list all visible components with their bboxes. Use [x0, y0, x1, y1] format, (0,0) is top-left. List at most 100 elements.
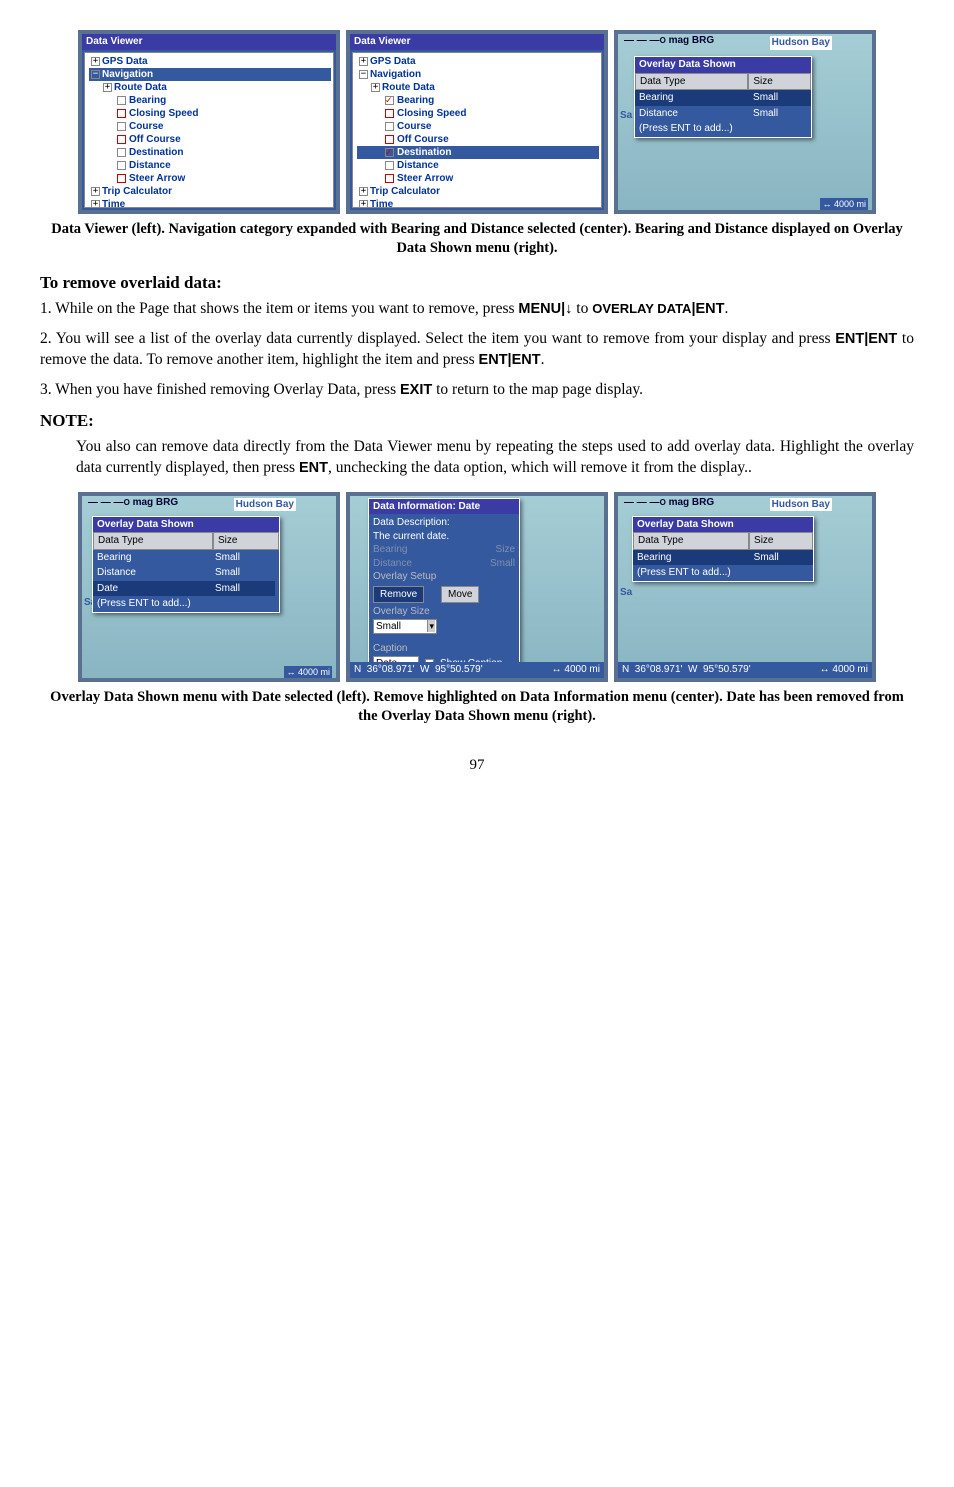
tree-item-gps[interactable]: GPS Data	[89, 55, 331, 68]
checkbox-checked-icon[interactable]	[385, 96, 394, 105]
tree-item-route[interactable]: Route Data	[357, 81, 599, 94]
tree-item-closing[interactable]: Closing Speed	[89, 107, 331, 120]
data-viewer-center-panel: Data Viewer GPS Data Navigation Route Da…	[346, 30, 608, 214]
distance-greyed: Distance	[373, 557, 412, 571]
overlay-row-bearing[interactable]: Bearing Small	[635, 90, 811, 106]
tree-item-nav[interactable]: Navigation	[357, 68, 599, 81]
expand-icon[interactable]	[91, 187, 100, 196]
step-3: 3. When you have finished removing Overl…	[40, 380, 914, 400]
checkbox-icon[interactable]	[385, 161, 394, 170]
expand-icon[interactable]	[91, 200, 100, 208]
tree-item-gps[interactable]: GPS Data	[357, 55, 599, 68]
menu-key: MENU	[518, 301, 561, 317]
tree-item-course[interactable]: Course	[89, 120, 331, 133]
collapse-icon[interactable]	[91, 70, 100, 79]
checkbox-checked-icon[interactable]	[385, 148, 394, 157]
collapse-icon[interactable]	[359, 70, 368, 79]
checkbox-icon[interactable]	[385, 122, 394, 131]
exit-key: EXIT	[400, 382, 432, 398]
checkbox-icon[interactable]	[385, 109, 394, 118]
overlay-row-add[interactable]: (Press ENT to add...)	[93, 596, 279, 612]
col-size: Size	[748, 73, 811, 91]
tree-item-offcourse[interactable]: Off Course	[357, 133, 599, 146]
checkbox-icon[interactable]	[117, 161, 126, 170]
tree-item-trip[interactable]: Trip Calculator	[89, 185, 331, 198]
tree: GPS Data Navigation Route Data Bearing C…	[84, 52, 334, 208]
overlay-row-distance[interactable]: Distance Small	[635, 106, 811, 122]
expand-icon[interactable]	[371, 83, 380, 92]
ent-key: ENT	[696, 301, 725, 317]
overlay-menu-title: Overlay Data Shown	[93, 517, 279, 533]
desc-value: The current date.	[373, 530, 515, 544]
panel-title: Data Viewer	[350, 34, 604, 50]
overlay-row-add[interactable]: (Press ENT to add...)	[633, 565, 813, 581]
checkbox-icon[interactable]	[117, 174, 126, 183]
tree: GPS Data Navigation Route Data Bearing C…	[352, 52, 602, 208]
overlay-setup-label: Overlay Setup	[373, 570, 515, 584]
overlay-row-add[interactable]: (Press ENT to add...)	[635, 121, 811, 137]
map-scale: ↔ 4000 mi	[820, 198, 868, 210]
hudson-bay-label: Hudson Bay	[770, 36, 832, 50]
overlay-menu-title: Overlay Data Shown	[635, 57, 811, 73]
remove-button[interactable]: Remove	[373, 586, 424, 604]
data-info-center-panel: Data Information: Date Data Description:…	[346, 492, 608, 682]
tree-item-distance[interactable]: Distance	[357, 159, 599, 172]
page-number: 97	[40, 755, 914, 775]
tree-item-dest[interactable]: Destination	[357, 146, 599, 159]
tree-item-nav[interactable]: Navigation	[89, 68, 331, 81]
overlay-row-distance[interactable]: DistanceSmall	[93, 565, 279, 581]
move-button[interactable]: Move	[441, 586, 479, 604]
expand-icon[interactable]	[103, 83, 112, 92]
checkbox-icon[interactable]	[117, 109, 126, 118]
tree-item-trip[interactable]: Trip Calculator	[357, 185, 599, 198]
figure-2-caption: Overlay Data Shown menu with Date select…	[50, 688, 904, 726]
expand-icon[interactable]	[91, 57, 100, 66]
tree-item-route[interactable]: Route Data	[89, 81, 331, 94]
data-info-title: Data Information: Date	[369, 499, 519, 515]
caption-group-label: Caption	[373, 642, 515, 656]
data-viewer-left-panel: Data Viewer GPS Data Navigation Route Da…	[78, 30, 340, 214]
tree-item-distance[interactable]: Distance	[89, 159, 331, 172]
figure-1: Data Viewer GPS Data Navigation Route Da…	[40, 30, 914, 214]
checkbox-icon[interactable]	[117, 96, 126, 105]
map-panel-right: — — —O mag BRG Hudson Bay Sa Overlay Dat…	[614, 30, 876, 214]
tree-item-offcourse[interactable]: Off Course	[89, 133, 331, 146]
panel-title: Data Viewer	[82, 34, 336, 50]
checkbox-icon[interactable]	[385, 135, 394, 144]
expand-icon[interactable]	[359, 57, 368, 66]
checkbox-icon[interactable]	[117, 135, 126, 144]
tree-item-closing[interactable]: Closing Speed	[357, 107, 599, 120]
overlay-row-bearing[interactable]: BearingSmall	[93, 550, 279, 566]
tree-item-steer[interactable]: Steer Arrow	[89, 172, 331, 185]
ent-key: ENT	[835, 331, 864, 347]
overlay-header-row: Data Type Size	[635, 73, 811, 91]
ent-key: ENT	[299, 460, 328, 476]
expand-icon[interactable]	[359, 187, 368, 196]
checkbox-icon[interactable]	[117, 148, 126, 157]
checkbox-icon[interactable]	[385, 174, 394, 183]
mag-brg-label: — — —O mag BRG	[624, 496, 714, 510]
tree-item-steer[interactable]: Steer Arrow	[357, 172, 599, 185]
step-2: 2. You will see a list of the overlay da…	[40, 329, 914, 370]
mag-brg-text: mag BRG	[669, 35, 715, 46]
overlay-row-date[interactable]: DateSmall	[93, 581, 279, 597]
tree-item-bearing[interactable]: Bearing	[357, 94, 599, 107]
note-body: You also can remove data directly from t…	[76, 437, 914, 477]
overlay-row-bearing[interactable]: BearingSmall	[633, 550, 813, 566]
overlay-size-label: Overlay Size	[373, 605, 515, 619]
tree-item-time[interactable]: Time	[89, 198, 331, 208]
tree-item-bearing[interactable]: Bearing	[89, 94, 331, 107]
expand-icon[interactable]	[359, 200, 368, 208]
tree-item-time[interactable]: Time	[357, 198, 599, 208]
coord-bar: N 36°08.971' W 95°50.579' ↔ 4000 mi	[618, 662, 872, 678]
tree-item-course[interactable]: Course	[357, 120, 599, 133]
tree-item-dest[interactable]: Destination	[89, 146, 331, 159]
map-scale: ↔ 4000 mi	[284, 666, 332, 678]
checkbox-icon[interactable]	[117, 122, 126, 131]
overlay-size-dropdown[interactable]: Small	[373, 619, 437, 635]
mag-brg-label: — — —O mag BRG	[88, 496, 178, 510]
mag-brg-label: — — —O mag BRG	[624, 34, 714, 48]
overlay-shown-right-panel: — — —O mag BRG Hudson Bay Sa Overlay Dat…	[614, 492, 876, 682]
data-info-menu: Data Information: Date Data Description:…	[368, 498, 520, 682]
overlay-data-shown-menu: Overlay Data Shown Data Type Size Bearin…	[634, 56, 812, 138]
